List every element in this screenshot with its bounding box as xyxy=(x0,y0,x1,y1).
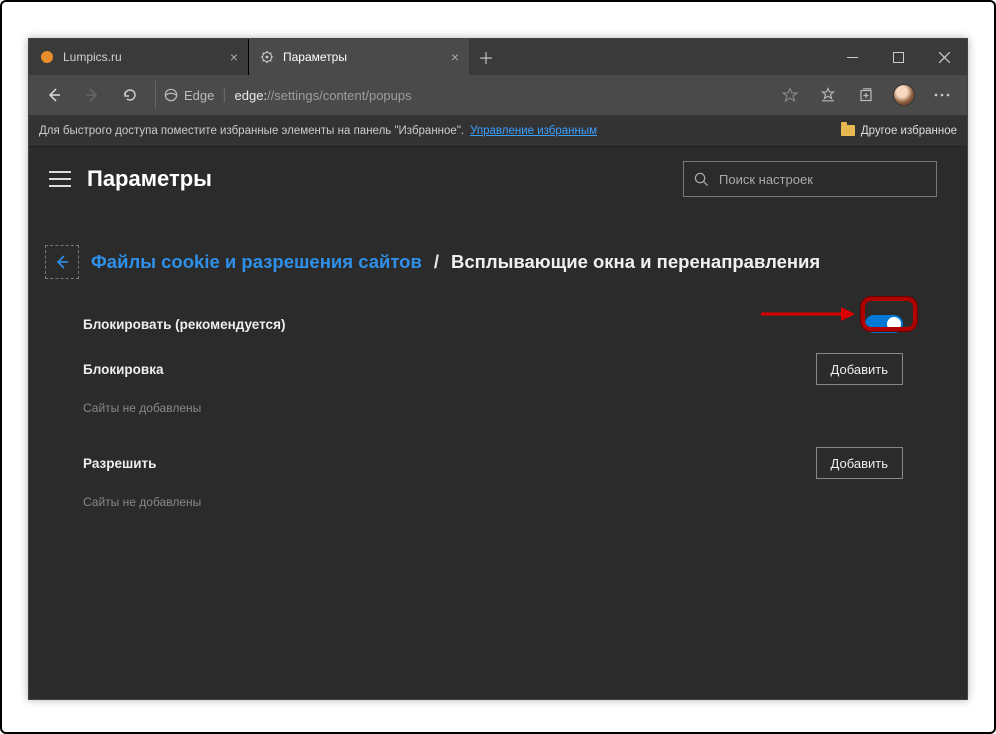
hamburger-menu-icon[interactable] xyxy=(49,171,71,187)
arrow-left-icon xyxy=(54,254,70,270)
settings-content: Параметры Поиск настроек Файлы cookie и … xyxy=(29,147,967,699)
tab-label: Lumpics.ru xyxy=(63,50,122,64)
tab-lumpics[interactable]: Lumpics.ru × xyxy=(29,39,249,75)
block-section-title: Блокировка xyxy=(83,362,163,377)
browser-window: Lumpics.ru × Параметры × ＋ Edg xyxy=(28,38,968,700)
settings-search-input[interactable]: Поиск настроек xyxy=(683,161,937,197)
favorites-list-icon[interactable] xyxy=(811,79,845,111)
favorites-bar: Для быстрого доступа поместите избранные… xyxy=(29,115,967,147)
address-bar[interactable]: Edge | edge://settings/content/popups xyxy=(155,81,765,109)
block-empty-message: Сайты не добавлены xyxy=(83,391,937,433)
block-toggle-label: Блокировать (рекомендуется) xyxy=(83,317,285,332)
close-window-button[interactable] xyxy=(921,39,967,75)
collections-icon[interactable] xyxy=(849,79,883,111)
edge-logo-icon xyxy=(164,88,178,102)
tab-close-icon[interactable]: × xyxy=(230,49,238,65)
tab-settings[interactable]: Параметры × xyxy=(249,39,469,75)
allow-add-button[interactable]: Добавить xyxy=(816,447,903,479)
other-favorites-folder[interactable]: Другое избранное xyxy=(841,125,957,137)
back-button[interactable] xyxy=(37,79,71,111)
block-section: Блокировка Добавить Сайты не добавлены xyxy=(45,339,937,433)
page-title: Параметры xyxy=(87,166,212,192)
allow-section-title: Разрешить xyxy=(83,456,156,471)
favorites-hint: Для быстрого доступа поместите избранные… xyxy=(39,125,464,137)
other-favorites-label: Другое избранное xyxy=(861,125,957,137)
search-icon xyxy=(694,172,709,187)
new-tab-button[interactable]: ＋ xyxy=(469,39,503,75)
breadcrumb: Файлы cookie и разрешения сайтов / Всплы… xyxy=(45,245,937,279)
favorite-star-icon[interactable] xyxy=(773,79,807,111)
refresh-button[interactable] xyxy=(113,79,147,111)
manage-favorites-link[interactable]: Управление избранным xyxy=(470,125,597,137)
url-display: edge://settings/content/popups xyxy=(235,88,412,103)
folder-icon xyxy=(841,125,855,136)
tab-label: Параметры xyxy=(283,50,347,64)
address-separator: | xyxy=(222,86,226,104)
nav-toolbar: Edge | edge://settings/content/popups xyxy=(29,75,967,115)
tab-strip: Lumpics.ru × Параметры × ＋ xyxy=(29,39,829,75)
maximize-button[interactable] xyxy=(875,39,921,75)
gear-icon xyxy=(259,49,275,65)
profile-avatar[interactable] xyxy=(887,79,921,111)
tab-close-icon[interactable]: × xyxy=(451,49,459,65)
site-identity: Edge xyxy=(164,88,214,103)
titlebar: Lumpics.ru × Параметры × ＋ xyxy=(29,39,967,75)
breadcrumb-current: Всплывающие окна и перенаправления xyxy=(451,251,820,273)
breadcrumb-back-button[interactable] xyxy=(45,245,79,279)
allow-empty-message: Сайты не добавлены xyxy=(83,485,937,527)
more-menu-icon[interactable] xyxy=(925,79,959,111)
block-add-button[interactable]: Добавить xyxy=(816,353,903,385)
search-placeholder: Поиск настроек xyxy=(719,172,813,187)
allow-section: Разрешить Добавить Сайты не добавлены xyxy=(45,433,937,527)
favicon-orange-dot-icon xyxy=(39,49,55,65)
breadcrumb-parent-link[interactable]: Файлы cookie и разрешения сайтов xyxy=(91,251,422,273)
block-toggle[interactable] xyxy=(865,315,903,333)
block-toggle-row: Блокировать (рекомендуется) xyxy=(45,309,937,339)
minimize-button[interactable] xyxy=(829,39,875,75)
forward-button[interactable] xyxy=(75,79,109,111)
settings-header: Параметры Поиск настроек xyxy=(45,161,937,197)
window-controls xyxy=(829,39,967,75)
breadcrumb-separator: / xyxy=(434,251,439,273)
